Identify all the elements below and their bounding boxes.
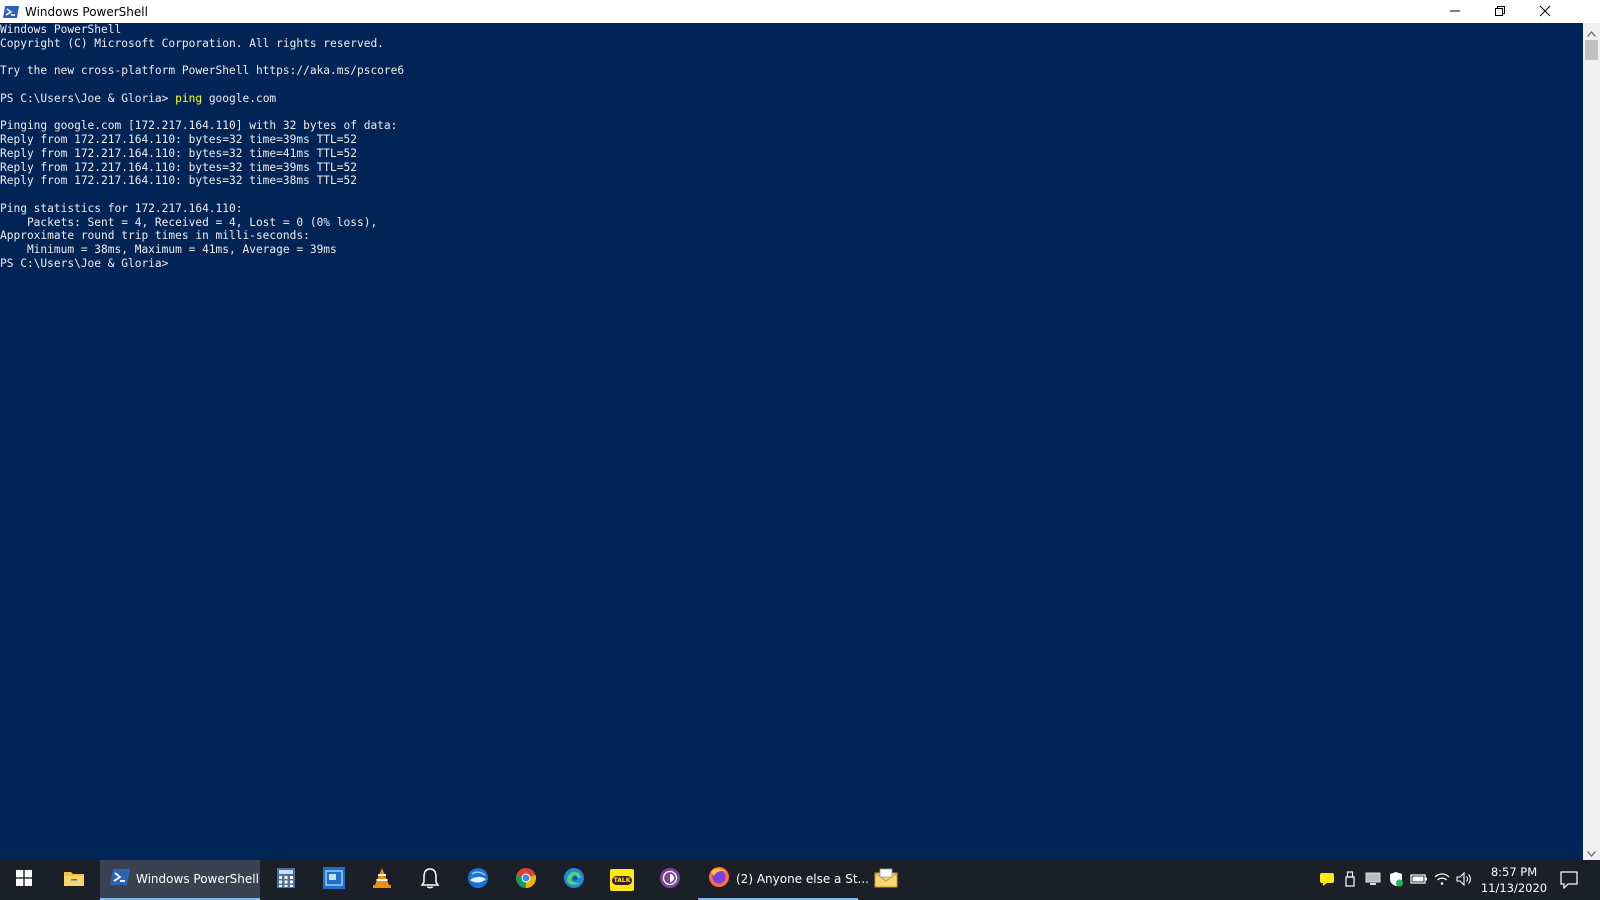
- taskbar-vlc[interactable]: [358, 860, 406, 900]
- taskbar-powershell-label: Windows PowerShell: [136, 872, 259, 886]
- chrome-icon: [515, 867, 537, 893]
- command-arguments: google.com: [202, 91, 277, 105]
- scroll-up-button[interactable]: [1583, 23, 1600, 40]
- wifi-icon[interactable]: [1433, 870, 1451, 888]
- chevron-up-icon: [1587, 22, 1596, 41]
- taskbar: Windows PowerShell TALK (2) Anyone else …: [0, 860, 1600, 900]
- scroll-down-button[interactable]: [1583, 843, 1600, 860]
- envelope-icon: [874, 868, 898, 892]
- console-text: Windows PowerShell Copyright (C) Microso…: [0, 23, 1583, 271]
- chat-icon[interactable]: [1318, 870, 1336, 888]
- shield-icon[interactable]: [1387, 870, 1405, 888]
- chevron-down-icon: [1587, 842, 1596, 861]
- minimize-icon: [1449, 2, 1461, 21]
- command-prompt: PS C:\Users\Joe & Gloria>: [0, 91, 176, 105]
- powershell-icon: [110, 868, 130, 890]
- window-title: Windows PowerShell: [25, 4, 148, 19]
- powershell-window: Windows PowerShell Windows PowerShell Co…: [0, 0, 1600, 860]
- usb-eject-icon[interactable]: [1341, 870, 1359, 888]
- start-button[interactable]: [0, 860, 48, 900]
- thunderbird-icon: [467, 867, 489, 893]
- restore-icon: [1494, 2, 1506, 21]
- powershell-icon: [3, 4, 19, 20]
- firefox-icon: [708, 866, 730, 892]
- close-icon: [1539, 2, 1551, 21]
- edge-icon: [563, 867, 585, 893]
- title-bar[interactable]: Windows PowerShell: [0, 0, 1600, 23]
- taskbar-tor-browser[interactable]: [646, 860, 694, 900]
- taskbar-notifications-app[interactable]: [406, 860, 454, 900]
- taskbar-edge[interactable]: [550, 860, 598, 900]
- restore-button[interactable]: [1477, 0, 1522, 23]
- taskbar-firefox-label: (2) Anyone else a St...: [736, 872, 869, 886]
- windows-start-icon: [16, 870, 32, 890]
- vertical-scrollbar[interactable]: [1583, 23, 1600, 860]
- console-output[interactable]: Windows PowerShell Copyright (C) Microso…: [0, 23, 1583, 860]
- console-results: Pinging google.com [172.217.164.110] wit…: [0, 119, 398, 256]
- clock-time: 8:57 PM: [1490, 865, 1538, 879]
- taskbar-calculator[interactable]: [262, 860, 310, 900]
- taskbar-file-explorer[interactable]: [50, 860, 98, 900]
- close-button[interactable]: [1522, 0, 1567, 23]
- taskbar-app-blue-window[interactable]: [310, 860, 358, 900]
- taskbar-firefox[interactable]: (2) Anyone else a St...: [698, 860, 869, 900]
- monitor-icon[interactable]: [1364, 870, 1382, 888]
- battery-icon[interactable]: [1410, 870, 1428, 888]
- system-clock[interactable]: 8:57 PM 11/13/2020: [1478, 864, 1550, 896]
- final-prompt: PS C:\Users\Joe & Gloria>: [0, 256, 169, 270]
- taskbar-chrome[interactable]: [502, 860, 550, 900]
- bell-icon: [420, 867, 440, 893]
- taskbar-kakaotalk[interactable]: TALK: [598, 860, 646, 900]
- minimize-button[interactable]: [1432, 0, 1477, 23]
- console-header: Windows PowerShell Copyright (C) Microso…: [0, 23, 405, 78]
- command-keyword: ping: [175, 91, 203, 105]
- tor-icon: [659, 867, 681, 893]
- taskbar-windows-powershell[interactable]: Windows PowerShell: [100, 860, 260, 900]
- calculator-icon: [277, 868, 295, 892]
- clock-date: 11/13/2020: [1480, 881, 1548, 895]
- kakaotalk-icon: TALK: [610, 869, 634, 891]
- volume-icon[interactable]: [1456, 870, 1474, 888]
- taskbar-mail-app[interactable]: [862, 860, 910, 900]
- action-center-icon[interactable]: [1560, 871, 1578, 889]
- scroll-thumb[interactable]: [1585, 40, 1598, 60]
- vlc-cone-icon: [372, 867, 392, 893]
- blue-window-icon: [323, 867, 345, 893]
- taskbar-thunderbird[interactable]: [454, 860, 502, 900]
- folder-icon: [63, 869, 85, 891]
- kakaotalk-badge-text: TALK: [611, 875, 633, 885]
